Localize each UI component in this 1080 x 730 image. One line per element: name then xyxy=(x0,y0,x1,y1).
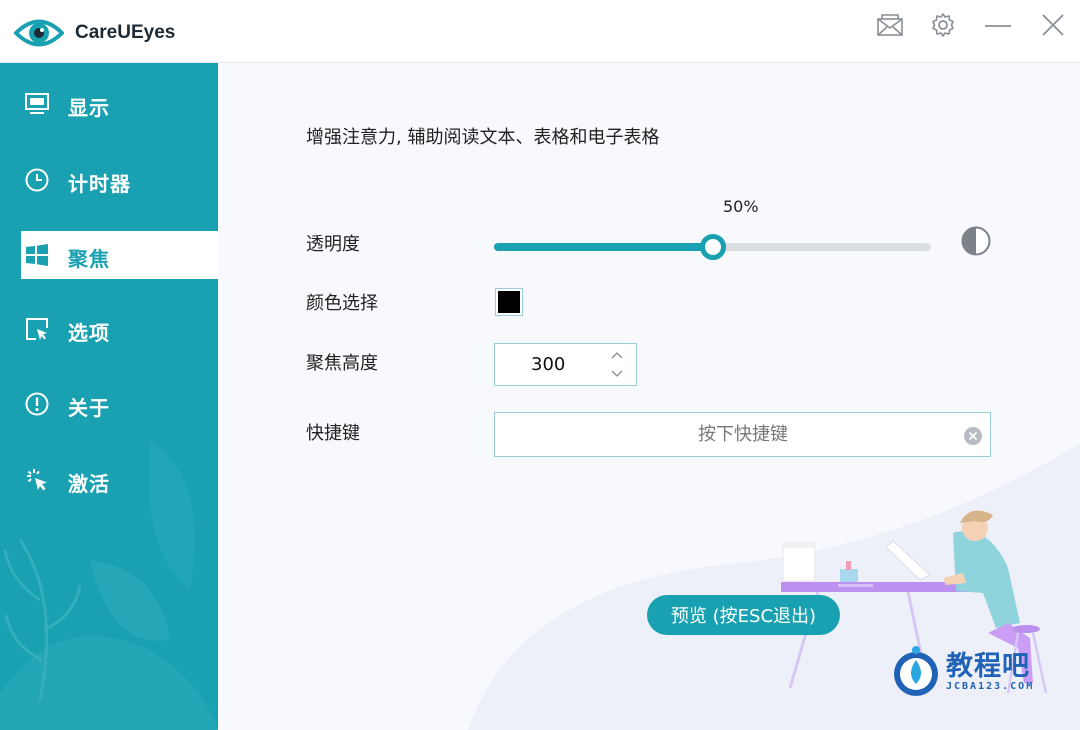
sidebar-item-about[interactable]: 关于 xyxy=(0,380,218,428)
hotkey-input[interactable] xyxy=(495,413,955,456)
app-title: CareUEyes xyxy=(75,22,176,43)
main-panel: 增强注意力, 辅助阅读文本、表格和电子表格 透明度 50% 颜色选择 聚焦高度 … xyxy=(218,63,1080,730)
color-label: 颜色选择 xyxy=(306,293,378,314)
sidebar-item-label: 激活 xyxy=(68,472,110,496)
windows-icon xyxy=(24,243,50,267)
clock-icon xyxy=(24,168,50,192)
preview-button[interactable]: 预览 (按ESC退出) xyxy=(647,595,840,635)
hotkey-label: 快捷键 xyxy=(306,423,360,444)
sidebar-item-label: 显示 xyxy=(68,96,110,120)
monitor-icon xyxy=(24,92,50,116)
minimize-icon[interactable] xyxy=(981,10,1015,40)
click-cursor-icon xyxy=(24,468,50,492)
close-icon[interactable] xyxy=(1036,10,1070,40)
eye-logo-icon xyxy=(14,19,64,47)
opacity-label: 透明度 xyxy=(306,234,360,255)
feature-description: 增强注意力, 辅助阅读文本、表格和电子表格 xyxy=(306,127,660,148)
hotkey-field xyxy=(494,412,991,457)
desk-illustration xyxy=(468,443,1080,730)
leaf-decoration xyxy=(0,440,218,730)
chevron-up-icon[interactable] xyxy=(608,347,626,363)
sidebar-item-label: 关于 xyxy=(68,396,110,420)
slider-thumb[interactable] xyxy=(699,234,726,260)
mail-icon[interactable] xyxy=(873,10,907,40)
opacity-slider[interactable] xyxy=(494,234,931,260)
sidebar-item-options[interactable]: 选项 xyxy=(0,305,218,353)
focus-height-value[interactable]: 300 xyxy=(531,354,565,375)
watermark-name: 教程吧 xyxy=(946,651,1030,682)
sidebar-item-display[interactable]: 显示 xyxy=(0,80,218,128)
sidebar-item-activate[interactable]: 激活 xyxy=(0,456,218,504)
chevron-down-icon[interactable] xyxy=(608,366,626,382)
focus-height-label: 聚焦高度 xyxy=(306,353,378,374)
cursor-square-icon xyxy=(24,317,50,341)
color-swatch xyxy=(498,291,520,313)
watermark-url: JCBA123.COM xyxy=(946,681,1035,692)
slider-fill xyxy=(494,243,713,251)
info-circle-icon xyxy=(24,392,50,416)
sidebar-item-focus[interactable]: 聚焦 xyxy=(17,231,218,279)
clear-icon[interactable] xyxy=(963,426,983,446)
opacity-value: 50% xyxy=(723,197,759,216)
focus-height-stepper[interactable]: 300 xyxy=(494,343,637,386)
title-bar: CareUEyes xyxy=(0,0,1080,63)
sidebar-item-timer[interactable]: 计时器 xyxy=(0,156,218,204)
sidebar: 显示 计时器 聚焦 选项 关于 激活 xyxy=(0,63,218,730)
contrast-icon xyxy=(961,226,991,256)
color-picker[interactable] xyxy=(495,288,523,316)
sidebar-item-label: 选项 xyxy=(68,321,110,345)
sidebar-item-label: 聚焦 xyxy=(68,247,110,271)
sidebar-item-label: 计时器 xyxy=(68,172,131,196)
gear-icon[interactable] xyxy=(926,10,960,40)
